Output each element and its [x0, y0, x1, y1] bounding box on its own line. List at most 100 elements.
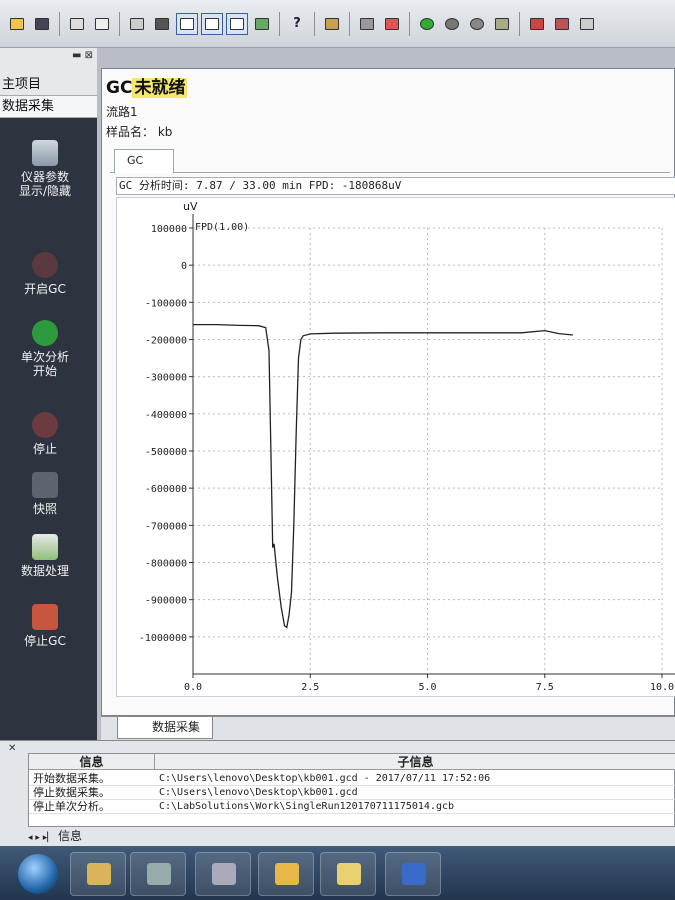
start-button-icon[interactable] — [18, 854, 58, 894]
scroll-arrows-icon[interactable]: ◂ ▸ ▸▏ — [28, 833, 54, 843]
open-icon[interactable] — [6, 13, 28, 35]
x-tick-label: 0.0 — [184, 682, 202, 693]
file-icon[interactable] — [258, 852, 314, 896]
x-tick-label: 10.0 — [650, 682, 674, 693]
info-tab[interactable]: ◂ ▸ ▸▏ 信息 — [28, 829, 82, 845]
report-icon[interactable] — [526, 13, 548, 35]
info-panel: ✕ 信息 子信息 开始数据采集。 C:\Users\lenovo\Desktop… — [0, 740, 675, 846]
start-icon[interactable] — [416, 13, 438, 35]
single-run-icon — [32, 320, 58, 346]
info-header[interactable]: 信息 — [29, 754, 155, 770]
info-row-detail: C:\LabSolutions\Work\SingleRun1201707111… — [159, 801, 455, 812]
info-row-msg: 停止数据采集。 — [33, 786, 110, 799]
toolbar: ? — [0, 0, 675, 48]
data-acquisition-item[interactable]: 数据采集 — [0, 96, 97, 118]
sample-name: kb — [157, 125, 173, 139]
info-row-detail: C:\Users\lenovo\Desktop\kb001.gcd — [159, 787, 358, 798]
stop-gc-label: 停止GC — [24, 634, 66, 648]
acquisition-window: GC 未就绪 流路1 样品名： kb GC GC 分析时间: 7.87 / 33.… — [101, 68, 675, 716]
sample-label: 样品名： — [106, 125, 155, 139]
start-gc-label: 开启GC — [24, 282, 66, 296]
power-icon[interactable] — [381, 13, 403, 35]
info-tab-label: 信息 — [58, 829, 83, 843]
single-run-button[interactable]: 单次分析 开始 — [0, 320, 90, 378]
left-panel: ▬ ⊠ 主项目 数据采集 仪器参数 显示/隐藏 开启GC 单次分析 开始 停止 … — [0, 48, 97, 740]
analyze-icon[interactable] — [491, 13, 513, 35]
binoculars-icon[interactable] — [151, 13, 173, 35]
stop-label: 停止 — [32, 442, 57, 456]
gc-status-prefix: GC — [106, 78, 133, 98]
y-tick-label: -900000 — [145, 596, 187, 607]
tab-gc[interactable]: GC — [114, 149, 174, 173]
user-icon[interactable] — [320, 852, 376, 896]
copy-icon[interactable] — [126, 13, 148, 35]
x-tick-label: 5.0 — [418, 682, 436, 693]
y-tick-label: -500000 — [145, 447, 187, 458]
stop-icon — [32, 412, 58, 438]
single-run-label1: 单次分析 — [20, 350, 69, 364]
info-row[interactable]: 开始数据采集。 C:\Users\lenovo\Desktop\kb001.gc… — [29, 772, 675, 786]
fpd-series-line — [193, 323, 573, 629]
y-tick-label: 0 — [181, 261, 187, 272]
print-preview-icon[interactable] — [91, 13, 113, 35]
layout1-icon[interactable] — [176, 12, 198, 35]
stop-gc-button[interactable]: 停止GC — [0, 604, 90, 648]
analysis-time-line: GC 分析时间: 7.87 / 33.00 min FPD: -180868uV — [116, 177, 675, 195]
start-gc-button[interactable]: 开启GC — [0, 252, 90, 296]
snapshot-label: 快照 — [32, 502, 57, 516]
main-project-item[interactable]: 主项目 — [0, 74, 97, 96]
save-icon[interactable] — [31, 13, 53, 35]
stop-gc-icon — [32, 604, 58, 630]
layout2-icon[interactable] — [201, 12, 223, 35]
main-area: GC 未就绪 流路1 样品名： kb GC GC 分析时间: 7.87 / 33.… — [97, 48, 675, 740]
folder-icon[interactable] — [195, 852, 251, 896]
info-row[interactable]: 停止数据采集。 C:\Users\lenovo\Desktop\kb001.gc… — [29, 786, 675, 800]
settings-icon[interactable] — [441, 13, 463, 35]
y-tick-label: -400000 — [145, 410, 187, 421]
print-icon[interactable] — [66, 13, 88, 35]
series-label: FPD(1.00) — [195, 222, 249, 233]
tab-data-acquisition[interactable]: 数据采集 — [117, 717, 213, 739]
taskbar — [0, 846, 675, 900]
info-row-detail: C:\Users\lenovo\Desktop\kb001.gcd - 2017… — [159, 773, 491, 784]
gc-status: GC 未就绪 — [106, 73, 188, 98]
monitor-icon[interactable] — [251, 13, 273, 35]
info-panel-close-icon[interactable]: ✕ — [8, 743, 16, 754]
data-process-button[interactable]: 数据处理 — [0, 534, 90, 578]
edit-icon[interactable] — [551, 13, 573, 35]
instrument-params-label1: 仪器参数 — [20, 170, 69, 184]
chromatogram-plot[interactable]: 100000 0 -100000 -200000 -300000 -400000 -5000… — [116, 197, 675, 697]
y-axis-label: uV — [183, 200, 198, 213]
y-tick-label: -700000 — [145, 521, 187, 532]
y-tick-label: -800000 — [145, 559, 187, 570]
y-tick-label: -1000000 — [139, 633, 187, 644]
layout3-icon[interactable] — [226, 12, 248, 35]
help-icon[interactable]: ? — [286, 13, 308, 35]
y-tick-label: -300000 — [145, 373, 187, 384]
instrument-app-icon[interactable] — [130, 852, 186, 896]
sample-line: 样品名： kb — [106, 123, 172, 140]
left-panel-header: ▬ ⊠ 主项目 数据采集 — [0, 48, 97, 118]
explorer-icon[interactable] — [70, 852, 126, 896]
window-icon[interactable] — [576, 13, 598, 35]
flow-line: 流路1 — [106, 105, 138, 119]
sub-info-header[interactable]: 子信息 — [155, 754, 675, 770]
word-icon[interactable] — [385, 852, 441, 896]
tool-icon[interactable] — [321, 13, 343, 35]
y-tick-label: 100000 — [151, 224, 187, 235]
x-tick-label: 7.5 — [536, 682, 554, 693]
y-tick-label: -200000 — [145, 336, 187, 347]
stop-button[interactable]: 停止 — [0, 412, 90, 456]
x-tick-label: 2.5 — [301, 682, 319, 693]
y-tick-label: -100000 — [145, 298, 187, 309]
stop-icon[interactable] — [356, 13, 378, 35]
info-table: 信息 子信息 开始数据采集。 C:\Users\lenovo\Desktop\k… — [28, 753, 675, 827]
tune-icon[interactable] — [466, 13, 488, 35]
info-row[interactable]: 停止单次分析。 C:\LabSolutions\Work\SingleRun12… — [29, 800, 675, 814]
snapshot-icon — [32, 472, 58, 498]
instrument-params-button[interactable]: 仪器参数 显示/隐藏 — [0, 140, 90, 198]
info-row-msg: 开始数据采集。 — [33, 772, 110, 785]
instrument-params-label2: 显示/隐藏 — [18, 184, 72, 198]
panel-pin-icon[interactable]: ▬ ⊠ — [72, 50, 93, 61]
snapshot-button[interactable]: 快照 — [0, 472, 90, 516]
